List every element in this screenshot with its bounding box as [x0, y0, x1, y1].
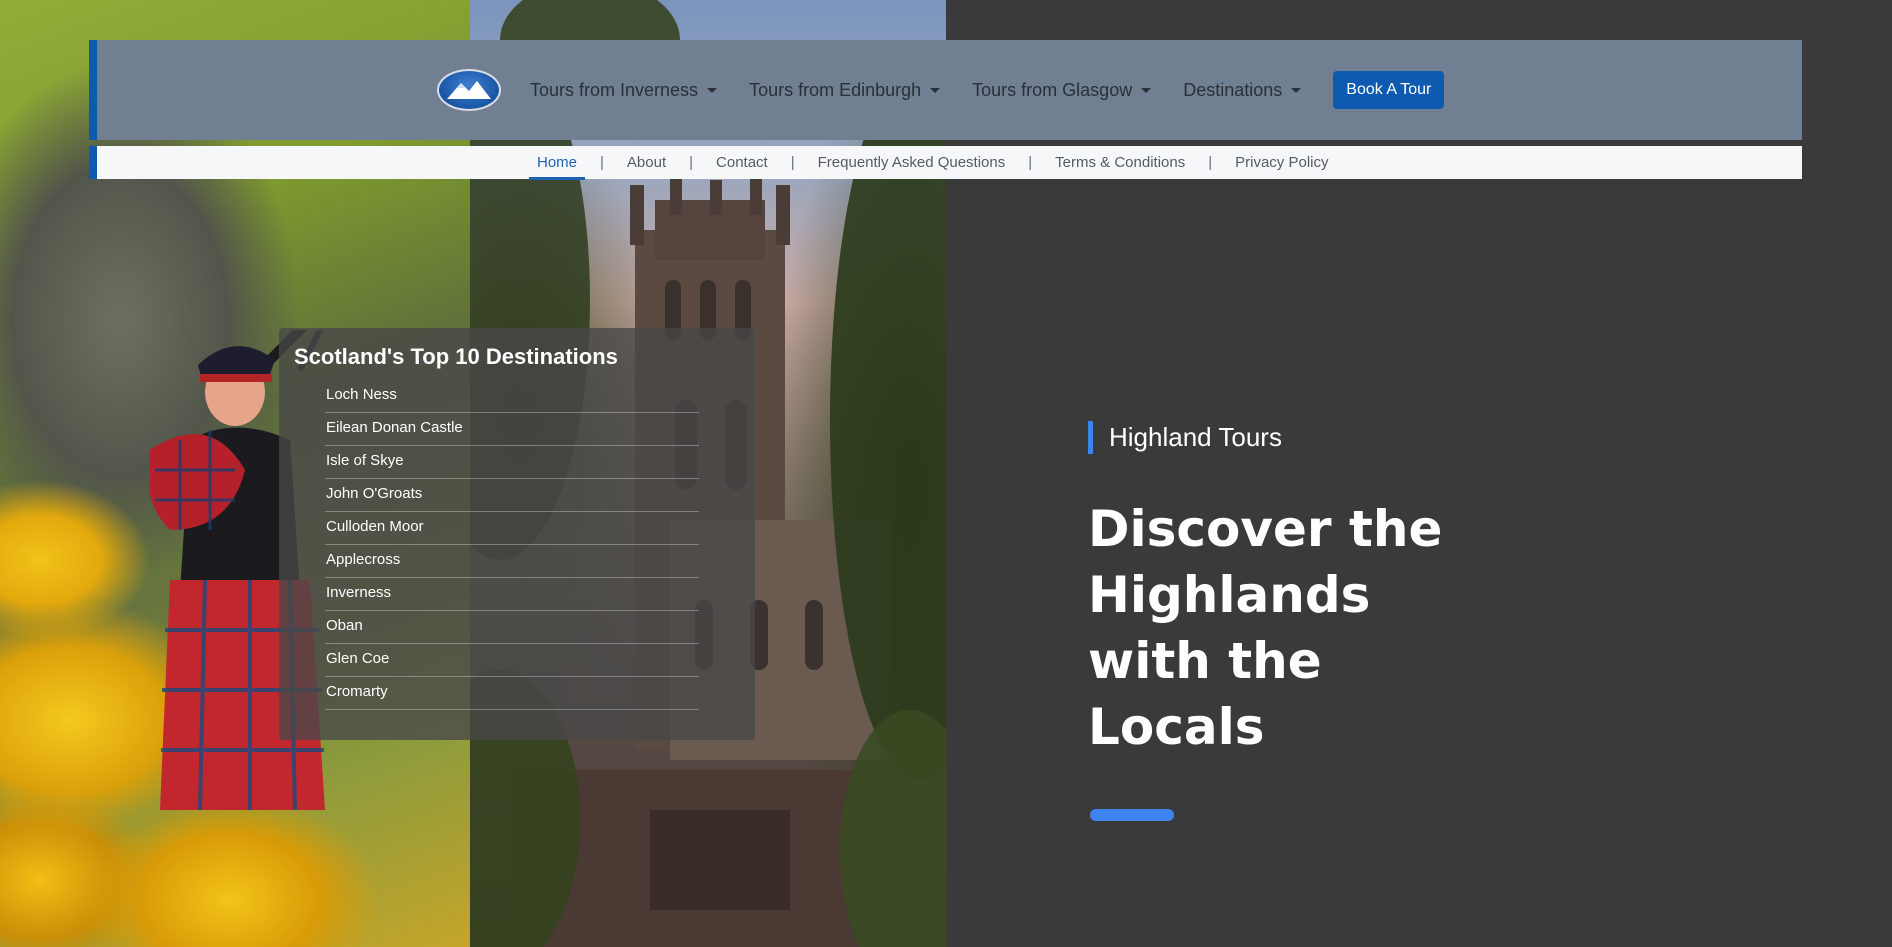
destination-item[interactable]: Eilean Donan Castle: [325, 413, 699, 446]
hero-eyebrow: Highland Tours: [1088, 421, 1282, 454]
subnav-faq[interactable]: Frequently Asked Questions: [810, 154, 1014, 171]
mountain-icon: [447, 81, 491, 99]
chevron-down-icon: [1141, 87, 1152, 93]
subnav-about[interactable]: About: [619, 154, 674, 171]
separator: |: [790, 154, 795, 171]
nav-label: Tours from Glasgow: [972, 79, 1133, 100]
destinations-title: Scotland's Top 10 Destinations: [294, 344, 618, 369]
destination-item[interactable]: Loch Ness: [325, 380, 699, 413]
nav-links: Tours from Inverness Tours from Edinburg…: [530, 40, 1445, 140]
separator: |: [1028, 154, 1033, 171]
subnav-home[interactable]: Home: [529, 154, 586, 180]
hero-title: Discover the Highlands with the Locals: [1088, 500, 1443, 756]
book-tour-button[interactable]: Book A Tour: [1333, 71, 1445, 109]
nav-tours-glasgow[interactable]: Tours from Glasgow: [972, 79, 1152, 101]
destination-item[interactable]: Cromarty: [325, 677, 699, 710]
nav-tours-edinburgh[interactable]: Tours from Edinburgh: [749, 79, 941, 101]
nav-tours-inverness[interactable]: Tours from Inverness: [530, 79, 718, 101]
nav-label: Tours from Edinburgh: [749, 79, 922, 100]
hero-accent-bar: [1090, 809, 1174, 821]
main-navbar: Tours from Inverness Tours from Edinburg…: [89, 40, 1802, 140]
separator: |: [600, 154, 604, 171]
destination-item[interactable]: Isle of Skye: [325, 446, 699, 479]
destinations-list: Loch Ness Eilean Donan Castle Isle of Sk…: [325, 380, 699, 710]
subnav-contact[interactable]: Contact: [708, 154, 776, 171]
separator: |: [1208, 154, 1213, 171]
nav-destinations[interactable]: Destinations: [1183, 79, 1302, 101]
secondary-nav: Home | About | Contact | Frequently Aske…: [89, 146, 1802, 180]
destination-item[interactable]: John O'Groats: [325, 479, 699, 512]
subnav-privacy[interactable]: Privacy Policy: [1227, 154, 1336, 171]
chevron-down-icon: [1291, 87, 1302, 93]
destination-item[interactable]: Inverness: [325, 578, 699, 611]
separator: |: [689, 154, 694, 171]
destination-item[interactable]: Culloden Moor: [325, 512, 699, 545]
chevron-down-icon: [707, 87, 718, 93]
chevron-down-icon: [930, 87, 941, 93]
nav-label: Tours from Inverness: [530, 79, 699, 100]
destination-item[interactable]: Oban: [325, 611, 699, 644]
subnav-terms[interactable]: Terms & Conditions: [1047, 154, 1193, 171]
destination-item[interactable]: Glen Coe: [325, 644, 699, 677]
destination-item[interactable]: Applecross: [325, 545, 699, 578]
mountain-logo[interactable]: [437, 69, 501, 111]
nav-label: Destinations: [1183, 79, 1283, 100]
top-destinations-card: Scotland's Top 10 Destinations Loch Ness…: [279, 328, 755, 740]
